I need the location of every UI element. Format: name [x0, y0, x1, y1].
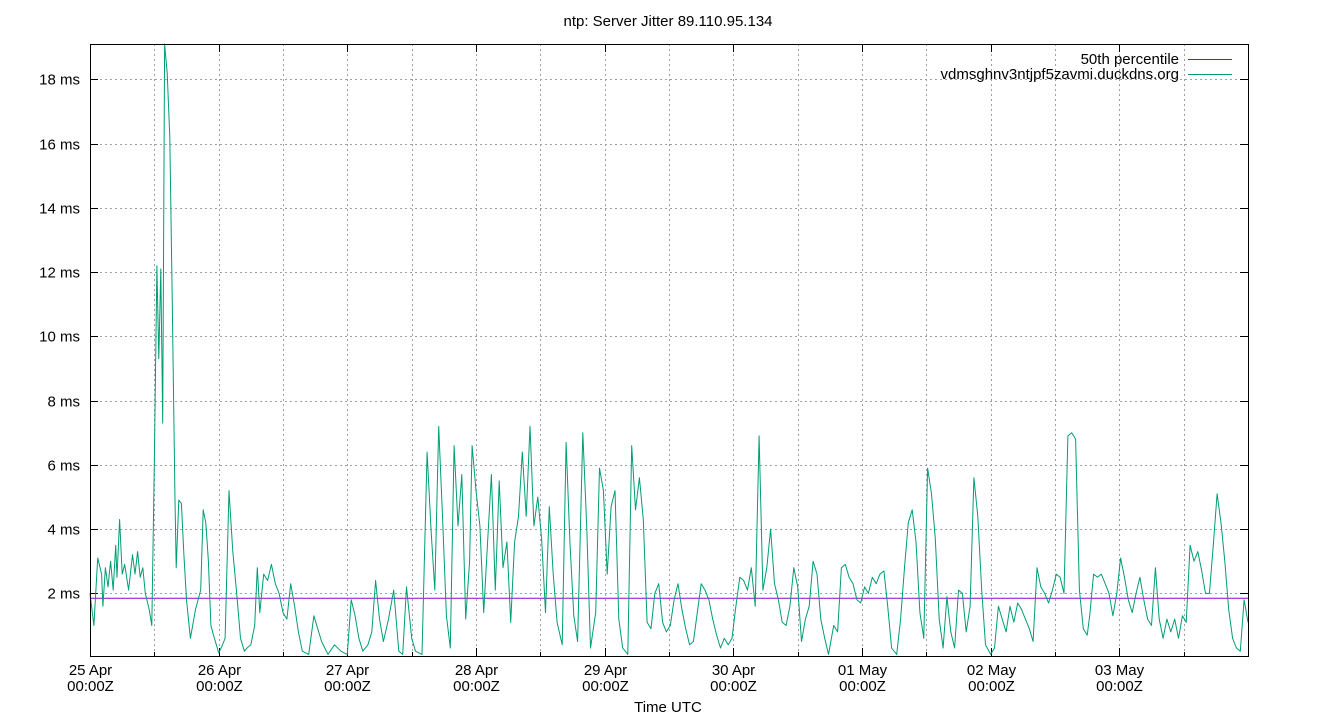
x-axis-label: Time UTC [634, 699, 702, 716]
jitter-chart: ntp: Server Jitter 89.110.95.134 2 ms 4 m… [39, 13, 1249, 716]
x-tick-label-date: 01 May [838, 662, 888, 679]
y-tick-label: 4 ms [47, 522, 80, 539]
legend-label: vdmsghnv3ntjpf5zavmi.duckdns.org [941, 66, 1179, 83]
chart-title: ntp: Server Jitter 89.110.95.134 [563, 13, 772, 30]
y-tick-label: 2 ms [47, 586, 80, 603]
x-tick-label-date: 30 Apr [712, 662, 755, 679]
y-tick-label: 16 ms [39, 137, 80, 154]
x-tick-label-date: 26 Apr [198, 662, 241, 679]
y-tick-label: 18 ms [39, 72, 80, 89]
x-tick-label-date: 29 Apr [584, 662, 627, 679]
legend: 50th percentilevdmsghnv3ntjpf5zavmi.duck… [941, 51, 1232, 83]
y-tick-label: 10 ms [39, 329, 80, 346]
y-tick-label: 12 ms [39, 265, 80, 282]
y-tick-label: 8 ms [47, 394, 80, 411]
x-tick-label-date: 28 Apr [455, 662, 498, 679]
x-tick-label-time: 00:00Z [67, 678, 114, 695]
x-tick-label-time: 00:00Z [582, 678, 629, 695]
y-tick-label: 6 ms [47, 458, 80, 475]
x-tick-label-date: 27 Apr [326, 662, 369, 679]
x-tick-label-time: 00:00Z [453, 678, 500, 695]
x-tick-label-date: 02 May [967, 662, 1017, 679]
x-tick-label-time: 00:00Z [196, 678, 243, 695]
x-tick-label-time: 00:00Z [1096, 678, 1143, 695]
x-tick-label-time: 00:00Z [839, 678, 886, 695]
x-tick-label-time: 00:00Z [968, 678, 1015, 695]
x-tick-label-time: 00:00Z [710, 678, 757, 695]
x-tick-label-date: 25 Apr [69, 662, 112, 679]
x-axis: 25 Apr00:00Z26 Apr00:00Z27 Apr00:00Z28 A… [67, 44, 1185, 695]
x-tick-label-time: 00:00Z [324, 678, 371, 695]
grid [90, 44, 1248, 656]
x-tick-label-date: 03 May [1095, 662, 1145, 679]
y-tick-label: 14 ms [39, 201, 80, 218]
